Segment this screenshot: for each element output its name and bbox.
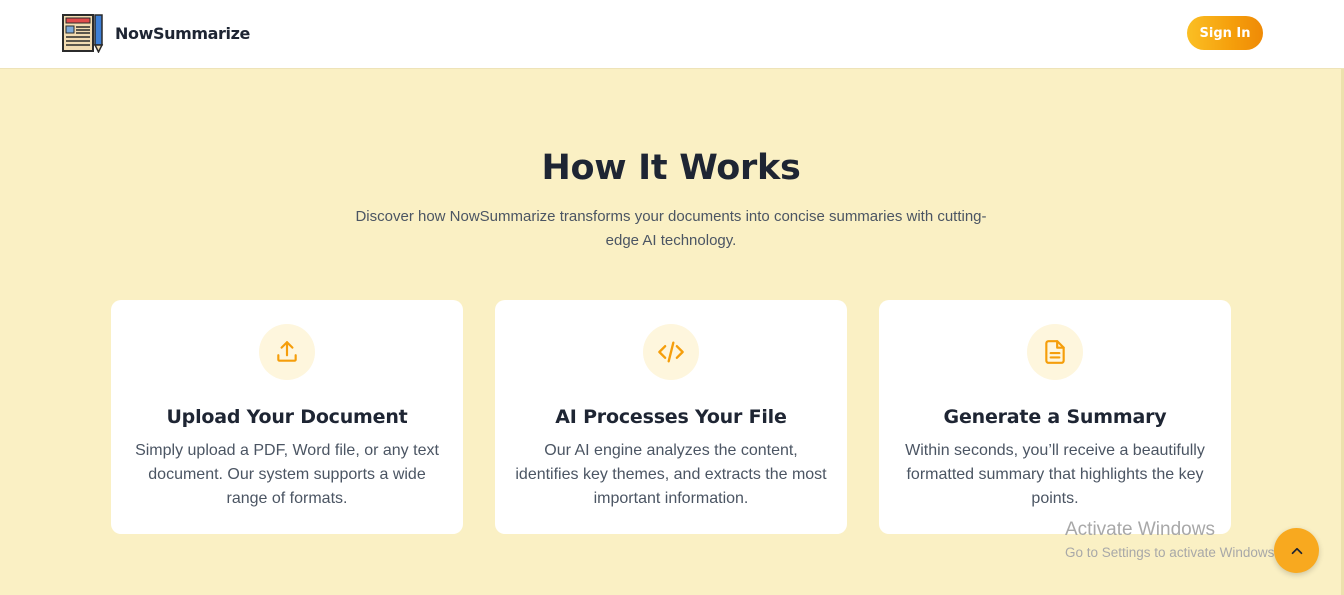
card-text: Our AI engine analyzes the content, iden… <box>515 442 827 507</box>
card-text: Simply upload a PDF, Word file, or any t… <box>135 442 439 507</box>
scroll-to-top-button[interactable] <box>1274 528 1319 573</box>
navbar: NowSummarize Sign In <box>0 0 1344 69</box>
card-text: Within seconds, you’ll receive a beautif… <box>905 442 1205 507</box>
step-card-ai: AI Processes Your File Our AI engine ana… <box>495 300 847 534</box>
activate-windows-subtitle: Go to Settings to activate Windows. <box>1065 545 1279 560</box>
newspaper-pencil-icon <box>62 14 104 53</box>
step-card-summary: Generate a Summary Within seconds, you’l… <box>879 300 1231 534</box>
card-title: Upload Your Document <box>166 406 408 428</box>
brand-name: NowSummarize <box>115 23 250 43</box>
upload-icon <box>277 341 297 362</box>
brand[interactable]: NowSummarize <box>62 13 250 53</box>
document-icon <box>1045 340 1065 364</box>
sign-in-button[interactable]: Sign In <box>1187 16 1263 50</box>
section-title: How It Works <box>541 148 801 188</box>
activate-windows-title: Activate Windows <box>1065 519 1215 540</box>
chevron-up-icon <box>1291 547 1302 554</box>
step-card-upload: Upload Your Document Simply upload a PDF… <box>111 300 463 534</box>
code-icon-circle <box>643 324 699 380</box>
section-subtitle: Discover how NowSummarize transforms you… <box>355 208 987 249</box>
upload-icon-circle <box>259 324 315 380</box>
code-icon <box>658 341 684 363</box>
card-title: Generate a Summary <box>943 406 1167 428</box>
document-icon-circle <box>1027 324 1083 380</box>
card-title: AI Processes Your File <box>555 406 787 428</box>
